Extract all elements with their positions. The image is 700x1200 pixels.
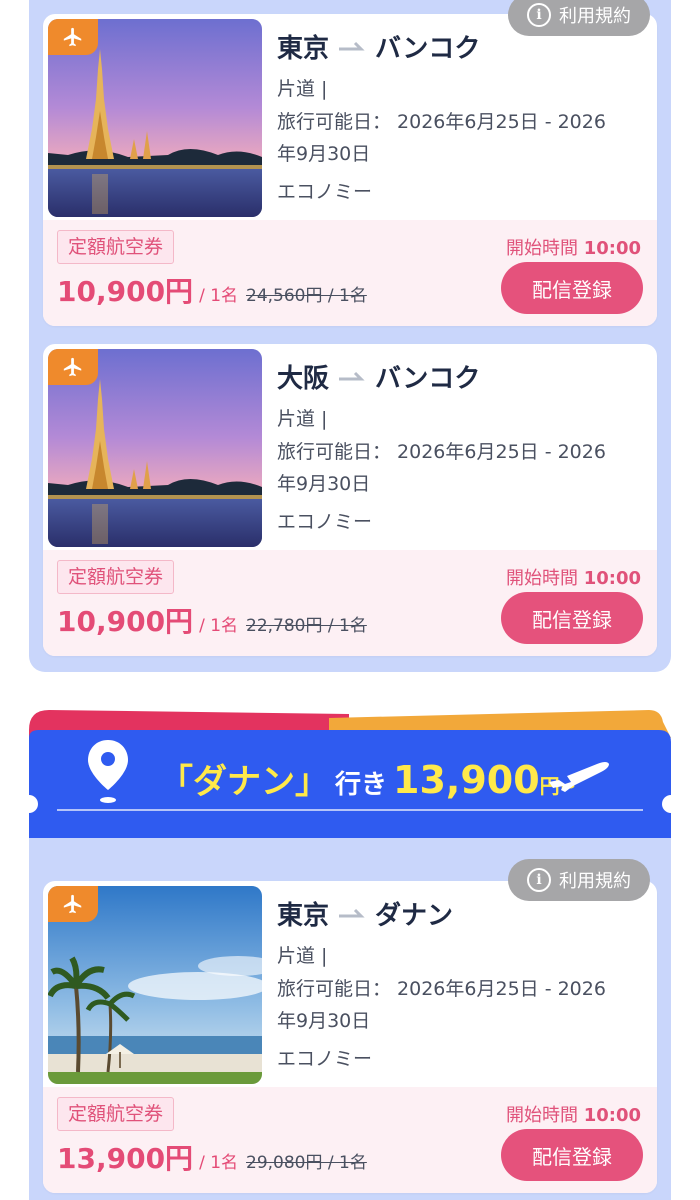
cabin-class: エコノミー [277, 1048, 373, 1070]
start-time: 開始時間 10:00 [506, 1101, 641, 1127]
sale-price: 10,900円 [57, 275, 194, 308]
per-person: / 1名 [199, 1153, 239, 1173]
origin-city: 東京 [277, 900, 330, 931]
destination-city: ダナン [375, 900, 454, 931]
location-pin-icon [88, 740, 128, 803]
cabin-class: エコノミー [277, 511, 373, 533]
flight-badge [48, 886, 98, 922]
origin-city: 大阪 [277, 363, 330, 394]
terms-label: 利用規約 [559, 871, 631, 892]
start-time: 開始時間 10:00 [506, 234, 641, 260]
start-time-value: 10:00 [583, 1105, 641, 1126]
subscribe-button[interactable]: 配信登録 [501, 262, 643, 314]
travel-dates-line1: 旅行可能日： 2026年6月25日 - 2026 [277, 978, 606, 1000]
travel-dates-line2: 年9月30日 [277, 1010, 371, 1032]
fare-tag: 定額航空券 [57, 560, 175, 594]
route-title: 大阪 バンコク [277, 358, 480, 394]
subscribe-button[interactable]: 配信登録 [501, 1129, 643, 1181]
banner-suffix: 行き [335, 770, 388, 800]
destination-city: バンコク [375, 33, 481, 64]
cabin-class: エコノミー [277, 181, 373, 203]
original-price: 22,780円 / 1名 [246, 616, 367, 636]
terms-label: 利用規約 [559, 6, 631, 27]
travel-dates-line2: 年9月30日 [277, 143, 371, 165]
price-row: 10,900円 / 1名 24,560円 / 1名 [57, 270, 367, 310]
sale-price: 13,900円 [57, 1142, 194, 1175]
travel-dates-line1: 旅行可能日： 2026年6月25日 - 2026 [277, 111, 606, 133]
travel-dates-line1: 旅行可能日： 2026年6月25日 - 2026 [277, 441, 606, 463]
airplane-icon [549, 762, 609, 792]
trip-type: 片道 | [277, 78, 328, 100]
original-price: 29,080円 / 1名 [246, 1153, 367, 1173]
flight-card[interactable]: 東京 バンコク 片道 | 旅行可能日： 2026年6月25日 - 2026 年9… [43, 14, 657, 326]
price-row: 13,900円 / 1名 29,080円 / 1名 [57, 1137, 367, 1177]
start-time-label: 開始時間 [505, 1105, 578, 1126]
price-row: 10,900円 / 1名 22,780円 / 1名 [57, 600, 367, 640]
trip-type: 片道 | [277, 945, 328, 967]
banner-destination: 「ダナン」 [159, 762, 329, 802]
fare-tag: 定額航空券 [57, 230, 175, 264]
destination-banner[interactable]: 「ダナン」 行き 13,900 円~ [29, 708, 671, 838]
airplane-icon [63, 894, 82, 914]
subscribe-button[interactable]: 配信登録 [501, 592, 643, 644]
per-person: / 1名 [199, 286, 239, 306]
origin-city: 東京 [277, 33, 330, 64]
route-title: 東京 ダナン [277, 895, 453, 931]
info-icon: i [527, 868, 551, 892]
terms-button[interactable]: i 利用規約 [508, 859, 650, 901]
flight-card[interactable]: 東京 ダナン 片道 | 旅行可能日： 2026年6月25日 - 2026 年9月… [43, 881, 657, 1193]
trip-type: 片道 | [277, 408, 328, 430]
route-arrow-icon [339, 371, 365, 381]
flight-badge [48, 349, 98, 385]
original-price: 24,560円 / 1名 [246, 286, 367, 306]
flight-card[interactable]: 大阪 バンコク 片道 | 旅行可能日： 2026年6月25日 - 2026 年9… [43, 344, 657, 656]
destination-city: バンコク [375, 363, 481, 394]
info-icon: i [527, 3, 551, 27]
route-arrow-icon [339, 908, 365, 918]
route-title: 東京 バンコク [277, 28, 480, 64]
route-arrow-icon [339, 41, 365, 51]
start-time-value: 10:00 [583, 238, 641, 259]
flight-badge [48, 19, 98, 55]
sale-price: 10,900円 [57, 605, 194, 638]
banner-headline: 「ダナン」 行き 13,900 円~ [159, 754, 576, 806]
fare-tag: 定額航空券 [57, 1097, 175, 1131]
start-time-value: 10:00 [583, 568, 641, 589]
airplane-icon [63, 357, 82, 377]
per-person: / 1名 [199, 616, 239, 636]
start-time-label: 開始時間 [505, 238, 578, 259]
start-time: 開始時間 10:00 [506, 564, 641, 590]
terms-button[interactable]: i 利用規約 [508, 0, 650, 36]
start-time-label: 開始時間 [505, 568, 578, 589]
banner-price: 13,900 [393, 758, 540, 802]
airplane-icon [63, 27, 82, 47]
travel-dates-line2: 年9月30日 [277, 473, 371, 495]
